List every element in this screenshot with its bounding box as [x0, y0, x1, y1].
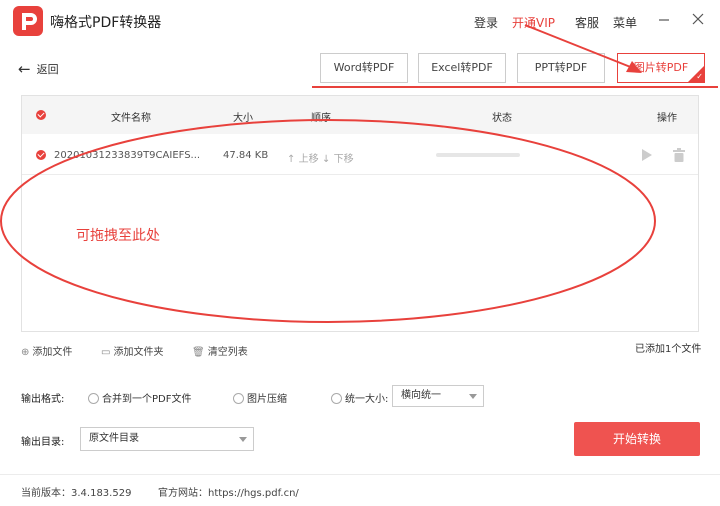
folder-icon: ▭: [101, 347, 111, 358]
service-link[interactable]: 客服: [575, 14, 599, 31]
arrow-up-icon: ↑: [287, 154, 296, 165]
annotation-underline: [312, 86, 718, 88]
file-count: 已添加1个文件: [635, 344, 702, 355]
tab-image-to-pdf-label: 图片转PDF: [633, 61, 689, 74]
unify-size-value: 横向统一: [401, 390, 441, 401]
add-folder-button[interactable]: ▭ 添加文件夹: [101, 343, 163, 358]
login-link[interactable]: 登录: [474, 14, 498, 31]
compress-option[interactable]: 图片压缩: [233, 390, 287, 405]
back-label: 返回: [36, 63, 59, 76]
chevron-down-icon: [239, 437, 247, 442]
file-name: 20201031233839T9CAIEFS...: [54, 150, 201, 161]
merge-radio[interactable]: [88, 393, 99, 404]
play-button[interactable]: [641, 148, 653, 165]
close-button[interactable]: [691, 12, 705, 26]
plus-circle-icon: ⊕: [21, 347, 30, 358]
app-title: 嗨格式PDF转换器: [50, 15, 162, 31]
start-convert-button[interactable]: 开始转换: [574, 422, 700, 456]
unify-radio[interactable]: [331, 393, 342, 404]
drag-hint: 可拖拽至此处: [76, 228, 160, 244]
arrow-left-icon: ←: [18, 60, 31, 78]
output-dir-label: 输出目录:: [21, 437, 65, 448]
tab-word-to-pdf[interactable]: Word转PDF: [320, 53, 408, 83]
header-order: 顺序: [311, 113, 331, 124]
menu-link[interactable]: 菜单: [613, 14, 637, 31]
tab-excel-to-pdf[interactable]: Excel转PDF: [418, 53, 506, 83]
arrow-down-icon: ↓: [322, 154, 331, 165]
select-all-checkbox[interactable]: [36, 110, 46, 120]
compress-label: 图片压缩: [247, 394, 287, 405]
app-logo: [13, 6, 43, 36]
delete-button[interactable]: [672, 148, 686, 165]
merge-option[interactable]: 合并到一个PDF文件: [88, 390, 191, 405]
minimize-button[interactable]: [657, 12, 671, 26]
tab-image-to-pdf[interactable]: 图片转PDF ✓: [617, 53, 705, 83]
move-up-button[interactable]: ↑ 上移: [287, 150, 319, 165]
close-icon: [692, 13, 704, 25]
trash-icon: [673, 148, 685, 162]
header-status: 状态: [492, 113, 512, 124]
add-file-button[interactable]: ⊕ 添加文件: [21, 343, 72, 358]
row-checkbox[interactable]: [36, 150, 46, 160]
unify-option[interactable]: 统一大小:: [331, 390, 388, 405]
version-text: 当前版本：3.4.183.529: [21, 488, 132, 499]
pdf-logo-icon: [22, 13, 37, 30]
compress-radio[interactable]: [233, 393, 244, 404]
conversion-progress-bar: [436, 153, 520, 157]
chevron-down-icon: [469, 394, 477, 399]
unify-label: 统一大小:: [345, 394, 389, 405]
output-dir-select[interactable]: 原文件目录: [80, 427, 254, 451]
play-icon: [642, 149, 652, 161]
move-down-button[interactable]: ↓ 下移: [322, 150, 354, 165]
move-down-label: 下移: [333, 154, 354, 165]
header-size: 大小: [233, 113, 253, 124]
website-text[interactable]: 官方网站：https://hgs.pdf.cn/: [158, 484, 299, 499]
unify-size-select[interactable]: 横向统一: [392, 385, 484, 407]
check-icon: ✓: [696, 72, 703, 81]
clear-list-button[interactable]: 🗑 清空列表: [192, 343, 248, 358]
output-format-label: 输出格式:: [21, 394, 65, 405]
footer-divider: [0, 474, 720, 475]
move-up-label: 上移: [298, 154, 319, 165]
merge-label: 合并到一个PDF文件: [102, 394, 192, 405]
back-button[interactable]: ← 返回: [18, 60, 59, 78]
minimize-icon: [659, 19, 669, 21]
tab-ppt-to-pdf[interactable]: PPT转PDF: [517, 53, 605, 83]
vip-link[interactable]: 开通VIP: [512, 14, 555, 31]
header-file-name: 文件名称: [111, 113, 151, 124]
header-actions: 操作: [657, 113, 677, 124]
clear-list-label: 清空列表: [207, 347, 248, 358]
add-file-label: 添加文件: [32, 347, 73, 358]
output-dir-value: 原文件目录: [89, 433, 139, 444]
file-size: 47.84 KB: [223, 150, 269, 161]
add-folder-label: 添加文件夹: [113, 347, 164, 358]
trash-icon: 🗑: [192, 347, 205, 358]
